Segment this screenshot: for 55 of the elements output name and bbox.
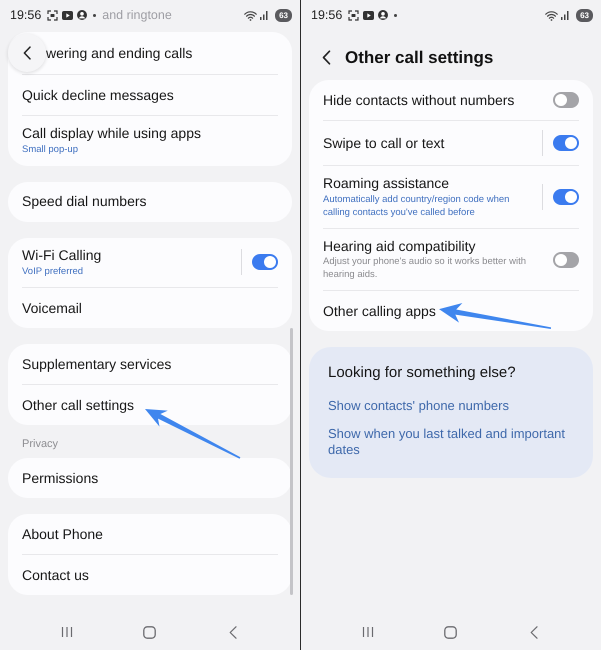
- home-icon[interactable]: [444, 626, 458, 638]
- dot-icon: [394, 14, 398, 16]
- setting-label[interactable]: Wi-Fi Calling: [22, 246, 102, 264]
- battery-indicator: 63: [576, 8, 593, 22]
- setting-label[interactable]: Contact us: [22, 566, 89, 584]
- setting-label[interactable]: Other call settings: [22, 396, 134, 414]
- home-icon[interactable]: [143, 626, 156, 638]
- page-title: Other call settings: [345, 47, 494, 68]
- recents-icon[interactable]: [362, 626, 374, 638]
- section-header: Privacy: [22, 437, 58, 452]
- setting-label[interactable]: Supplementary services: [22, 356, 172, 372]
- signal-icon: [561, 10, 570, 20]
- dot-icon: [93, 14, 96, 16]
- toggle-switch[interactable]: [553, 135, 579, 151]
- setting-label[interactable]: Permissions: [22, 470, 98, 486]
- video-play-icon: [363, 10, 374, 20]
- recents-icon[interactable]: [60, 626, 73, 638]
- setting-label[interactable]: Voicemail: [22, 300, 82, 316]
- setting-label[interactable]: Speed dial numbers: [22, 193, 147, 210]
- setting-label[interactable]: Hearing aid compatibility: [323, 238, 476, 255]
- screenshot-frame-icon: [348, 10, 360, 20]
- toggle-switch[interactable]: [553, 92, 579, 108]
- suggestion-link[interactable]: Show when you last talked and important dates: [328, 426, 575, 458]
- setting-summary: VoIP preferred: [22, 266, 84, 278]
- toggle-switch[interactable]: [553, 189, 579, 205]
- video-play-icon: [62, 10, 74, 20]
- back-icon[interactable]: [229, 626, 238, 638]
- wifi-icon: [545, 10, 558, 20]
- setting-label[interactable]: Hide contacts without numbers: [323, 92, 514, 108]
- screenshot-frame-icon: [47, 10, 58, 20]
- signal-icon: [260, 10, 268, 20]
- setting-summary: Automatically add country/region code when calling contacts you've called before: [323, 194, 510, 219]
- person-circle-icon: [378, 10, 388, 20]
- setting-label[interactable]: Roaming assistance: [323, 175, 450, 192]
- setting-summary: Small pop-up: [22, 144, 78, 156]
- back-icon: [322, 50, 331, 65]
- suggestions-title: Looking for something else?: [328, 363, 516, 383]
- toggle-switch[interactable]: [252, 254, 278, 270]
- back-icon: [22, 46, 32, 60]
- status-time: 19:56: [10, 8, 42, 22]
- setting-description: Adjust your phone's audio so it works better with hearing aids.: [323, 256, 528, 281]
- setting-label[interactable]: Other calling apps: [323, 302, 436, 320]
- wifi-icon: [244, 10, 258, 20]
- status-time: 19:56: [311, 8, 342, 22]
- suggestion-link[interactable]: Show contacts' phone numbers: [328, 398, 509, 414]
- toggle-switch[interactable]: [553, 252, 579, 268]
- back-icon[interactable]: [530, 626, 538, 638]
- setting-label[interactable]: Call display while using apps: [22, 125, 201, 142]
- person-circle-icon: [77, 10, 88, 20]
- battery-indicator: 63: [275, 8, 292, 22]
- setting-label[interactable]: Swipe to call or text: [323, 134, 444, 152]
- setting-label[interactable]: Quick decline messages: [22, 86, 174, 104]
- setting-label[interactable]: wering and ending calls: [46, 44, 192, 62]
- setting-label[interactable]: About Phone: [22, 526, 103, 542]
- faded-title: and ringtone: [102, 8, 172, 22]
